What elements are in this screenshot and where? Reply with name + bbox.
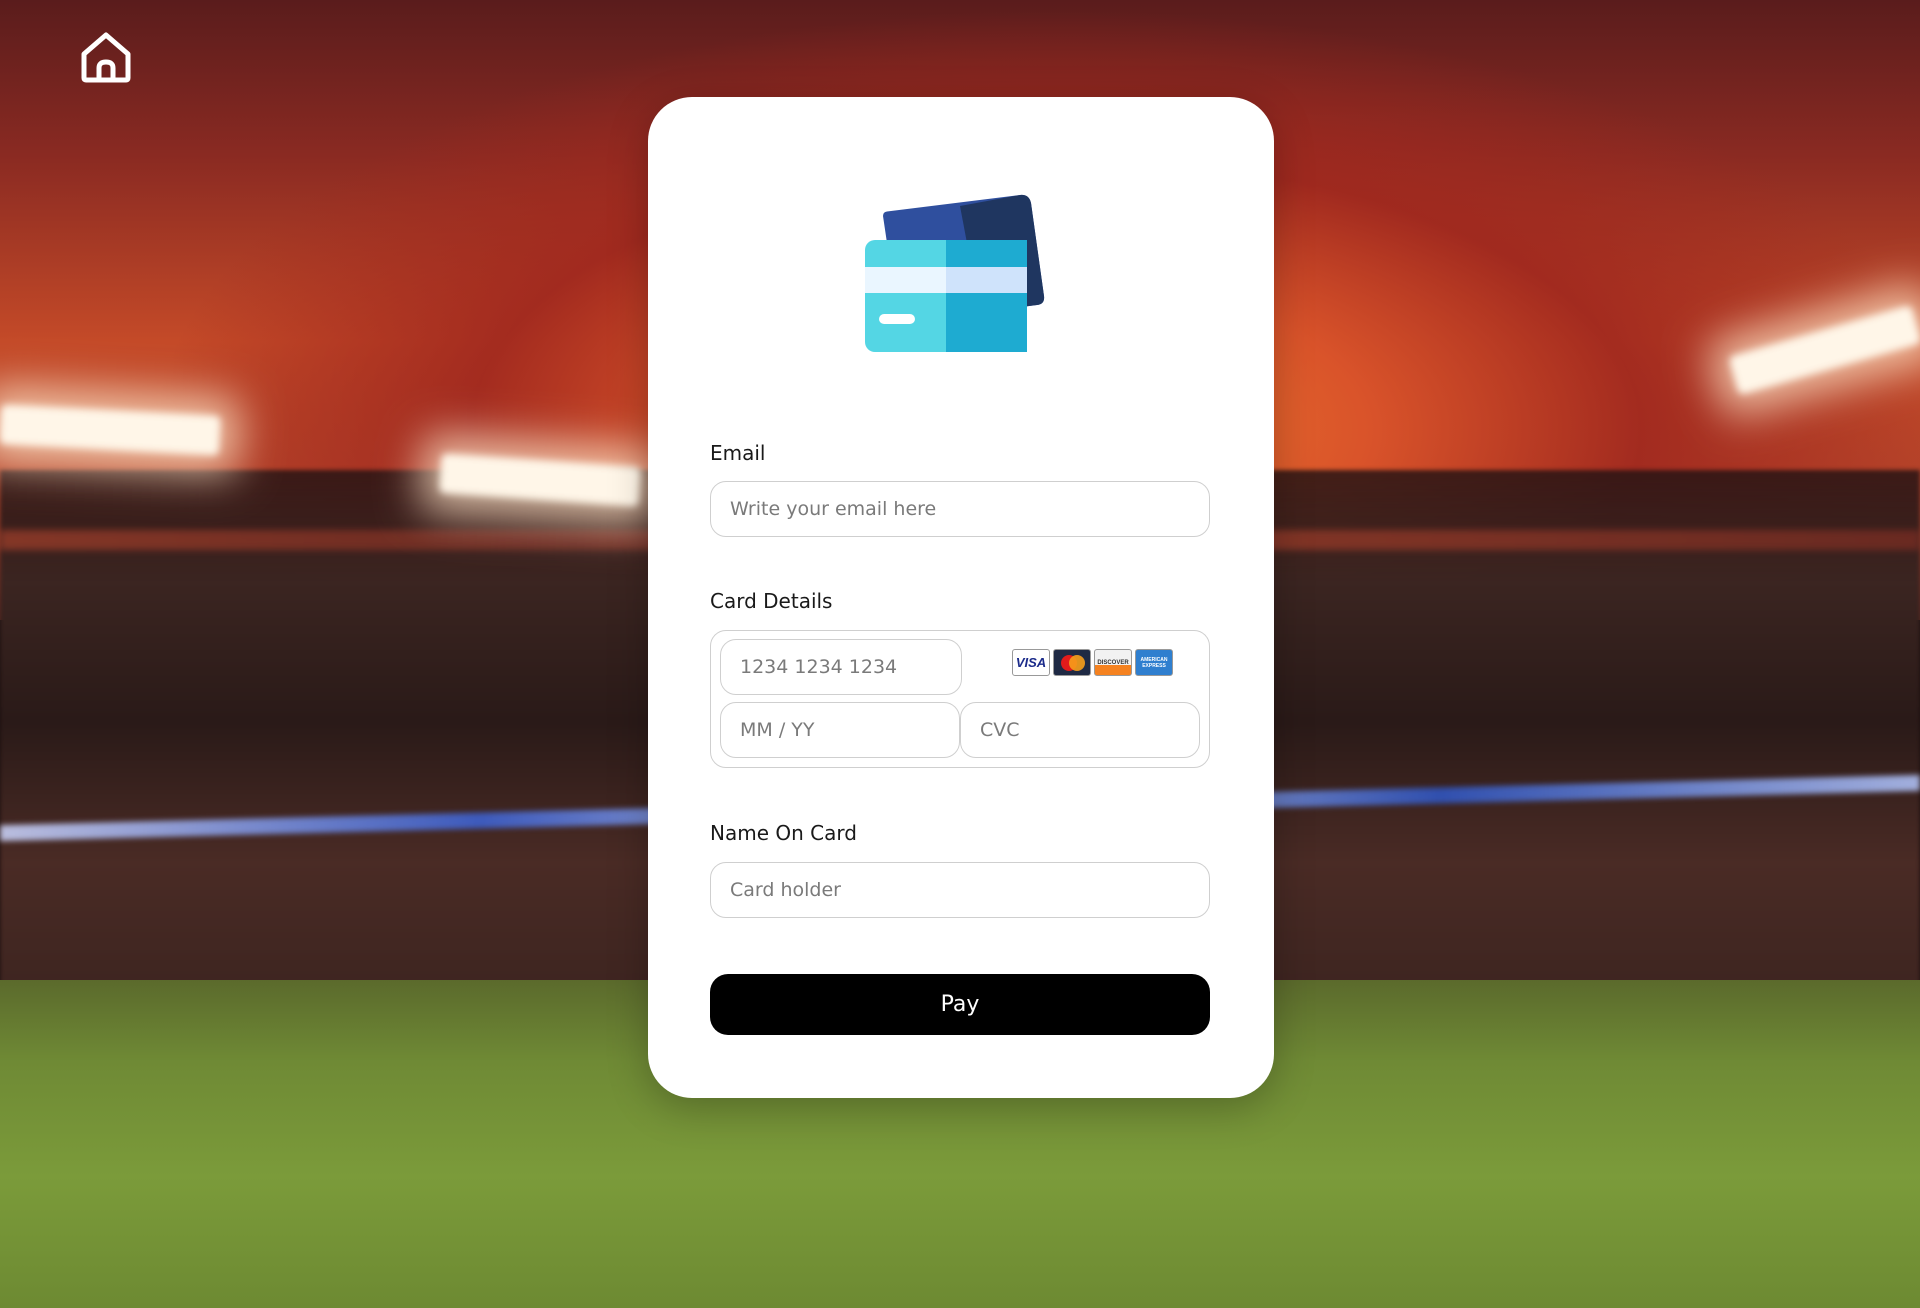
home-icon [81, 32, 131, 83]
card-details-label: Card Details [710, 589, 833, 613]
card-holder-input[interactable] [710, 862, 1210, 918]
visa-logo-icon: VISA [1012, 649, 1050, 676]
payment-card-panel: Email Card Details VISA DISCOVER AMERICA… [648, 97, 1274, 1098]
amex-logo-icon: AMERICAN EXPRESS [1135, 649, 1173, 676]
name-on-card-label: Name On Card [710, 821, 857, 845]
pay-button[interactable]: Pay [710, 974, 1210, 1035]
email-label: Email [710, 441, 766, 465]
expiry-input[interactable] [720, 702, 960, 758]
card-number-input[interactable] [720, 639, 962, 695]
card-brand-logos: VISA DISCOVER AMERICAN EXPRESS [1012, 649, 1173, 676]
cvc-input[interactable] [960, 702, 1200, 758]
email-input[interactable] [710, 481, 1210, 537]
credit-cards-icon [865, 194, 1045, 352]
mastercard-logo-icon [1053, 649, 1091, 676]
card-details-group: VISA DISCOVER AMERICAN EXPRESS [710, 630, 1210, 768]
home-button[interactable] [78, 30, 134, 84]
discover-logo-icon: DISCOVER [1094, 649, 1132, 676]
